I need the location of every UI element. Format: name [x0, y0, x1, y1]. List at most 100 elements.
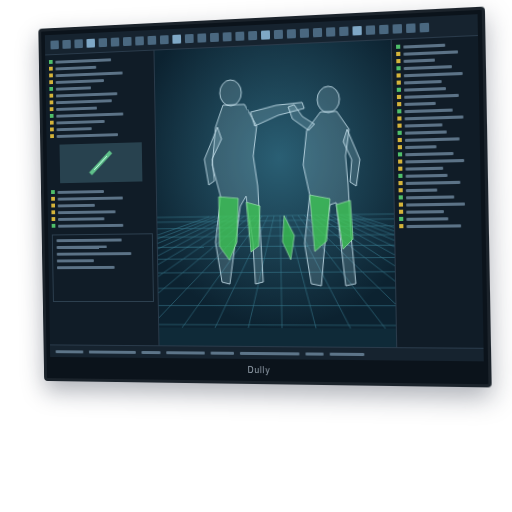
- tree-item[interactable]: [398, 129, 476, 135]
- tree-item[interactable]: [397, 107, 475, 114]
- tree-item[interactable]: [50, 124, 151, 131]
- viewport[interactable]: [154, 40, 396, 347]
- option-line: [57, 266, 115, 269]
- tree-item[interactable]: [398, 158, 476, 164]
- tree-item[interactable]: [51, 202, 152, 208]
- tool-icon[interactable]: [352, 25, 361, 35]
- item-line: [403, 50, 458, 55]
- option-line: [57, 252, 132, 256]
- tool-icon[interactable]: [287, 29, 296, 38]
- tool-icon[interactable]: [313, 27, 322, 37]
- tool-icon[interactable]: [185, 33, 194, 42]
- tool-icon[interactable]: [339, 26, 348, 36]
- tree-item[interactable]: [51, 209, 152, 215]
- item-icon: [398, 152, 402, 156]
- tree-item[interactable]: [49, 90, 150, 98]
- tree-item[interactable]: [50, 111, 151, 118]
- tool-icon[interactable]: [420, 22, 430, 32]
- tree-item[interactable]: [396, 41, 474, 49]
- tree-item[interactable]: [399, 201, 477, 206]
- tree-item[interactable]: [399, 209, 477, 214]
- item-line: [404, 101, 435, 105]
- item-line: [403, 43, 445, 48]
- tool-icon[interactable]: [197, 33, 206, 42]
- tree-item[interactable]: [49, 56, 150, 64]
- item-icon: [397, 124, 401, 128]
- tree-item[interactable]: [52, 216, 153, 221]
- tree-item[interactable]: [399, 194, 477, 200]
- tree-item[interactable]: [397, 121, 475, 127]
- status-line: [166, 351, 205, 354]
- item-line: [406, 180, 461, 184]
- tree-item[interactable]: [397, 78, 475, 85]
- tree-item[interactable]: [398, 143, 476, 149]
- tool-icon[interactable]: [62, 39, 70, 48]
- tool-icon[interactable]: [248, 30, 257, 39]
- tree-item[interactable]: [399, 223, 477, 228]
- tree-item[interactable]: [397, 92, 475, 99]
- item-icon: [397, 109, 401, 113]
- tree-item[interactable]: [49, 83, 150, 91]
- tool-icon[interactable]: [135, 36, 144, 45]
- tool-icon[interactable]: [406, 23, 416, 33]
- tool-icon[interactable]: [235, 31, 244, 40]
- preview-thumbnail: [60, 142, 143, 183]
- tree-item[interactable]: [49, 69, 150, 77]
- tool-icon[interactable]: [99, 38, 108, 47]
- tree-item[interactable]: [397, 114, 475, 121]
- tree-item[interactable]: [49, 76, 150, 84]
- tool-icon[interactable]: [223, 32, 232, 41]
- tree-item[interactable]: [49, 63, 150, 71]
- tree-item[interactable]: [52, 222, 153, 227]
- tool-icon[interactable]: [274, 29, 283, 38]
- item-line: [56, 92, 117, 97]
- tree-item[interactable]: [398, 165, 476, 171]
- tree-item[interactable]: [396, 63, 474, 70]
- tool-icon[interactable]: [261, 30, 270, 39]
- tree-item[interactable]: [397, 70, 475, 77]
- tree-item[interactable]: [399, 216, 477, 221]
- tree-item[interactable]: [399, 187, 477, 193]
- tool-icon[interactable]: [160, 35, 169, 44]
- tree-item[interactable]: [397, 85, 475, 92]
- item-icon: [398, 138, 402, 142]
- tool-icon[interactable]: [172, 34, 181, 43]
- item-line: [404, 58, 435, 62]
- tree-item[interactable]: [398, 179, 476, 185]
- tree-item[interactable]: [51, 188, 152, 194]
- status-line: [56, 350, 84, 353]
- tree-item[interactable]: [398, 172, 476, 178]
- item-line: [56, 79, 104, 84]
- screen: [45, 14, 484, 361]
- tree-item[interactable]: [398, 136, 476, 142]
- item-line: [405, 137, 460, 142]
- tree-item[interactable]: [50, 97, 151, 105]
- item-line: [58, 203, 95, 207]
- tree-item[interactable]: [398, 150, 476, 156]
- tree-item[interactable]: [397, 99, 475, 106]
- tree-item[interactable]: [396, 56, 474, 63]
- item-icon: [397, 80, 401, 84]
- tool-icon[interactable]: [300, 28, 309, 37]
- item-icon: [49, 60, 53, 64]
- tool-icon[interactable]: [148, 35, 157, 44]
- tool-icon[interactable]: [393, 24, 402, 34]
- tool-icon[interactable]: [379, 24, 388, 34]
- item-line: [405, 145, 436, 149]
- item-line: [406, 188, 437, 192]
- tree-item[interactable]: [50, 117, 151, 124]
- item-line: [56, 99, 112, 104]
- tool-icon[interactable]: [50, 40, 58, 49]
- tool-icon[interactable]: [74, 39, 82, 48]
- tool-icon[interactable]: [326, 27, 335, 37]
- tool-icon[interactable]: [123, 36, 132, 45]
- tree-item[interactable]: [396, 49, 474, 56]
- tree-item[interactable]: [51, 195, 152, 201]
- tree-item[interactable]: [50, 104, 151, 111]
- status-line: [89, 350, 136, 353]
- tool-icon[interactable]: [86, 38, 95, 47]
- tool-icon[interactable]: [366, 25, 375, 35]
- tool-icon[interactable]: [111, 37, 120, 46]
- tree-item[interactable]: [50, 131, 151, 138]
- tool-icon[interactable]: [210, 32, 219, 41]
